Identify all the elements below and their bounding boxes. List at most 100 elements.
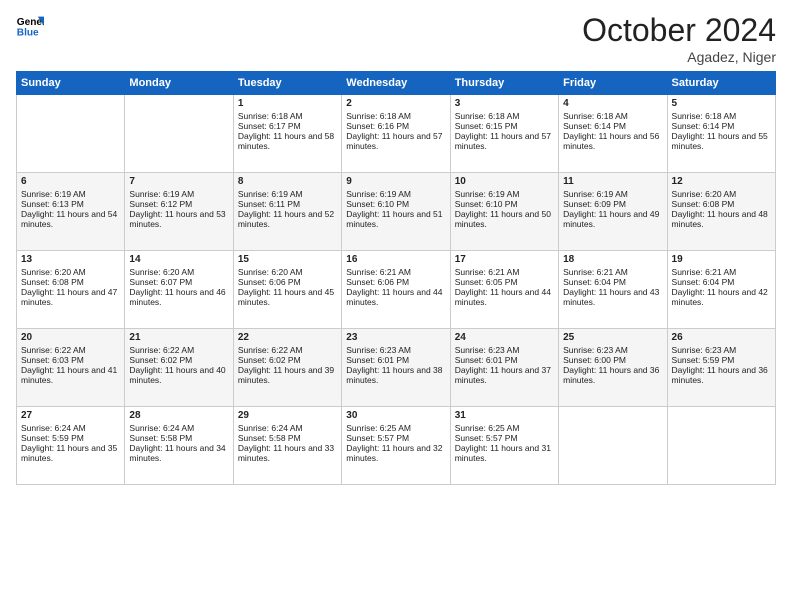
day-number: 26 xyxy=(672,332,771,343)
daylight-text: Daylight: 11 hours and 48 minutes. xyxy=(672,209,768,229)
calendar-cell: 30 Sunrise: 6:25 AM Sunset: 5:57 PM Dayl… xyxy=(342,407,450,485)
sunrise-text: Sunrise: 6:20 AM xyxy=(672,189,737,199)
day-number: 30 xyxy=(346,410,445,421)
calendar-cell: 19 Sunrise: 6:21 AM Sunset: 6:04 PM Dayl… xyxy=(667,251,775,329)
daylight-text: Daylight: 11 hours and 49 minutes. xyxy=(563,209,659,229)
col-monday: Monday xyxy=(125,72,233,95)
calendar-cell: 15 Sunrise: 6:20 AM Sunset: 6:06 PM Dayl… xyxy=(233,251,341,329)
sunset-text: Sunset: 6:08 PM xyxy=(21,277,84,287)
calendar-cell: 25 Sunrise: 6:23 AM Sunset: 6:00 PM Dayl… xyxy=(559,329,667,407)
day-number: 7 xyxy=(129,176,228,187)
calendar-cell: 20 Sunrise: 6:22 AM Sunset: 6:03 PM Dayl… xyxy=(17,329,125,407)
day-number: 4 xyxy=(563,98,662,109)
col-wednesday: Wednesday xyxy=(342,72,450,95)
calendar-cell xyxy=(559,407,667,485)
day-number: 18 xyxy=(563,254,662,265)
daylight-text: Daylight: 11 hours and 35 minutes. xyxy=(21,443,117,463)
col-sunday: Sunday xyxy=(17,72,125,95)
day-number: 11 xyxy=(563,176,662,187)
daylight-text: Daylight: 11 hours and 34 minutes. xyxy=(129,443,225,463)
daylight-text: Daylight: 11 hours and 50 minutes. xyxy=(455,209,551,229)
sunset-text: Sunset: 6:06 PM xyxy=(238,277,301,287)
calendar-cell: 4 Sunrise: 6:18 AM Sunset: 6:14 PM Dayli… xyxy=(559,95,667,173)
day-number: 10 xyxy=(455,176,554,187)
sunset-text: Sunset: 6:12 PM xyxy=(129,199,192,209)
sunrise-text: Sunrise: 6:18 AM xyxy=(238,111,303,121)
sunset-text: Sunset: 6:13 PM xyxy=(21,199,84,209)
sunrise-text: Sunrise: 6:25 AM xyxy=(346,423,411,433)
daylight-text: Daylight: 11 hours and 41 minutes. xyxy=(21,365,117,385)
sunset-text: Sunset: 6:05 PM xyxy=(455,277,518,287)
day-number: 12 xyxy=(672,176,771,187)
sunset-text: Sunset: 6:11 PM xyxy=(238,199,300,209)
daylight-text: Daylight: 11 hours and 43 minutes. xyxy=(563,287,659,307)
day-number: 9 xyxy=(346,176,445,187)
sunrise-text: Sunrise: 6:21 AM xyxy=(563,267,628,277)
calendar-cell: 29 Sunrise: 6:24 AM Sunset: 5:58 PM Dayl… xyxy=(233,407,341,485)
daylight-text: Daylight: 11 hours and 56 minutes. xyxy=(563,131,659,151)
sunrise-text: Sunrise: 6:23 AM xyxy=(346,345,411,355)
day-number: 5 xyxy=(672,98,771,109)
sunrise-text: Sunrise: 6:23 AM xyxy=(672,345,737,355)
header: General Blue October 2024 Agadez, Niger xyxy=(16,12,776,65)
daylight-text: Daylight: 11 hours and 47 minutes. xyxy=(21,287,117,307)
day-number: 13 xyxy=(21,254,120,265)
daylight-text: Daylight: 11 hours and 42 minutes. xyxy=(672,287,768,307)
sunrise-text: Sunrise: 6:21 AM xyxy=(346,267,411,277)
calendar-cell: 13 Sunrise: 6:20 AM Sunset: 6:08 PM Dayl… xyxy=(17,251,125,329)
calendar-table: Sunday Monday Tuesday Wednesday Thursday… xyxy=(16,71,776,485)
calendar-cell: 9 Sunrise: 6:19 AM Sunset: 6:10 PM Dayli… xyxy=(342,173,450,251)
sunset-text: Sunset: 6:10 PM xyxy=(346,199,409,209)
day-number: 28 xyxy=(129,410,228,421)
daylight-text: Daylight: 11 hours and 45 minutes. xyxy=(238,287,334,307)
sunset-text: Sunset: 6:14 PM xyxy=(672,121,735,131)
sunset-text: Sunset: 6:07 PM xyxy=(129,277,192,287)
sunrise-text: Sunrise: 6:24 AM xyxy=(21,423,86,433)
calendar-cell: 1 Sunrise: 6:18 AM Sunset: 6:17 PM Dayli… xyxy=(233,95,341,173)
calendar-cell: 22 Sunrise: 6:22 AM Sunset: 6:02 PM Dayl… xyxy=(233,329,341,407)
daylight-text: Daylight: 11 hours and 32 minutes. xyxy=(346,443,442,463)
calendar-cell: 31 Sunrise: 6:25 AM Sunset: 5:57 PM Dayl… xyxy=(450,407,558,485)
day-number: 24 xyxy=(455,332,554,343)
calendar-week-4: 27 Sunrise: 6:24 AM Sunset: 5:59 PM Dayl… xyxy=(17,407,776,485)
calendar-cell: 21 Sunrise: 6:22 AM Sunset: 6:02 PM Dayl… xyxy=(125,329,233,407)
month-title: October 2024 xyxy=(582,12,776,49)
calendar-cell: 3 Sunrise: 6:18 AM Sunset: 6:15 PM Dayli… xyxy=(450,95,558,173)
sunset-text: Sunset: 6:08 PM xyxy=(672,199,735,209)
daylight-text: Daylight: 11 hours and 57 minutes. xyxy=(346,131,442,151)
sunset-text: Sunset: 5:59 PM xyxy=(672,355,735,365)
day-number: 15 xyxy=(238,254,337,265)
calendar-cell: 28 Sunrise: 6:24 AM Sunset: 5:58 PM Dayl… xyxy=(125,407,233,485)
sunset-text: Sunset: 6:10 PM xyxy=(455,199,518,209)
day-number: 6 xyxy=(21,176,120,187)
sunset-text: Sunset: 6:04 PM xyxy=(672,277,735,287)
sunrise-text: Sunrise: 6:25 AM xyxy=(455,423,520,433)
daylight-text: Daylight: 11 hours and 38 minutes. xyxy=(346,365,442,385)
header-row: Sunday Monday Tuesday Wednesday Thursday… xyxy=(17,72,776,95)
location: Agadez, Niger xyxy=(582,49,776,65)
sunset-text: Sunset: 6:17 PM xyxy=(238,121,301,131)
day-number: 27 xyxy=(21,410,120,421)
calendar-cell: 12 Sunrise: 6:20 AM Sunset: 6:08 PM Dayl… xyxy=(667,173,775,251)
daylight-text: Daylight: 11 hours and 57 minutes. xyxy=(455,131,551,151)
calendar-cell xyxy=(17,95,125,173)
sunset-text: Sunset: 5:59 PM xyxy=(21,433,84,443)
calendar-cell: 24 Sunrise: 6:23 AM Sunset: 6:01 PM Dayl… xyxy=(450,329,558,407)
sunrise-text: Sunrise: 6:20 AM xyxy=(238,267,303,277)
sunrise-text: Sunrise: 6:18 AM xyxy=(455,111,520,121)
sunset-text: Sunset: 6:09 PM xyxy=(563,199,626,209)
daylight-text: Daylight: 11 hours and 46 minutes. xyxy=(129,287,225,307)
day-number: 19 xyxy=(672,254,771,265)
sunrise-text: Sunrise: 6:18 AM xyxy=(346,111,411,121)
daylight-text: Daylight: 11 hours and 39 minutes. xyxy=(238,365,334,385)
day-number: 14 xyxy=(129,254,228,265)
calendar-cell: 16 Sunrise: 6:21 AM Sunset: 6:06 PM Dayl… xyxy=(342,251,450,329)
calendar-cell: 18 Sunrise: 6:21 AM Sunset: 6:04 PM Dayl… xyxy=(559,251,667,329)
sunset-text: Sunset: 6:00 PM xyxy=(563,355,626,365)
sunset-text: Sunset: 6:16 PM xyxy=(346,121,409,131)
sunrise-text: Sunrise: 6:19 AM xyxy=(238,189,303,199)
sunset-text: Sunset: 5:58 PM xyxy=(238,433,301,443)
col-thursday: Thursday xyxy=(450,72,558,95)
col-saturday: Saturday xyxy=(667,72,775,95)
daylight-text: Daylight: 11 hours and 36 minutes. xyxy=(563,365,659,385)
